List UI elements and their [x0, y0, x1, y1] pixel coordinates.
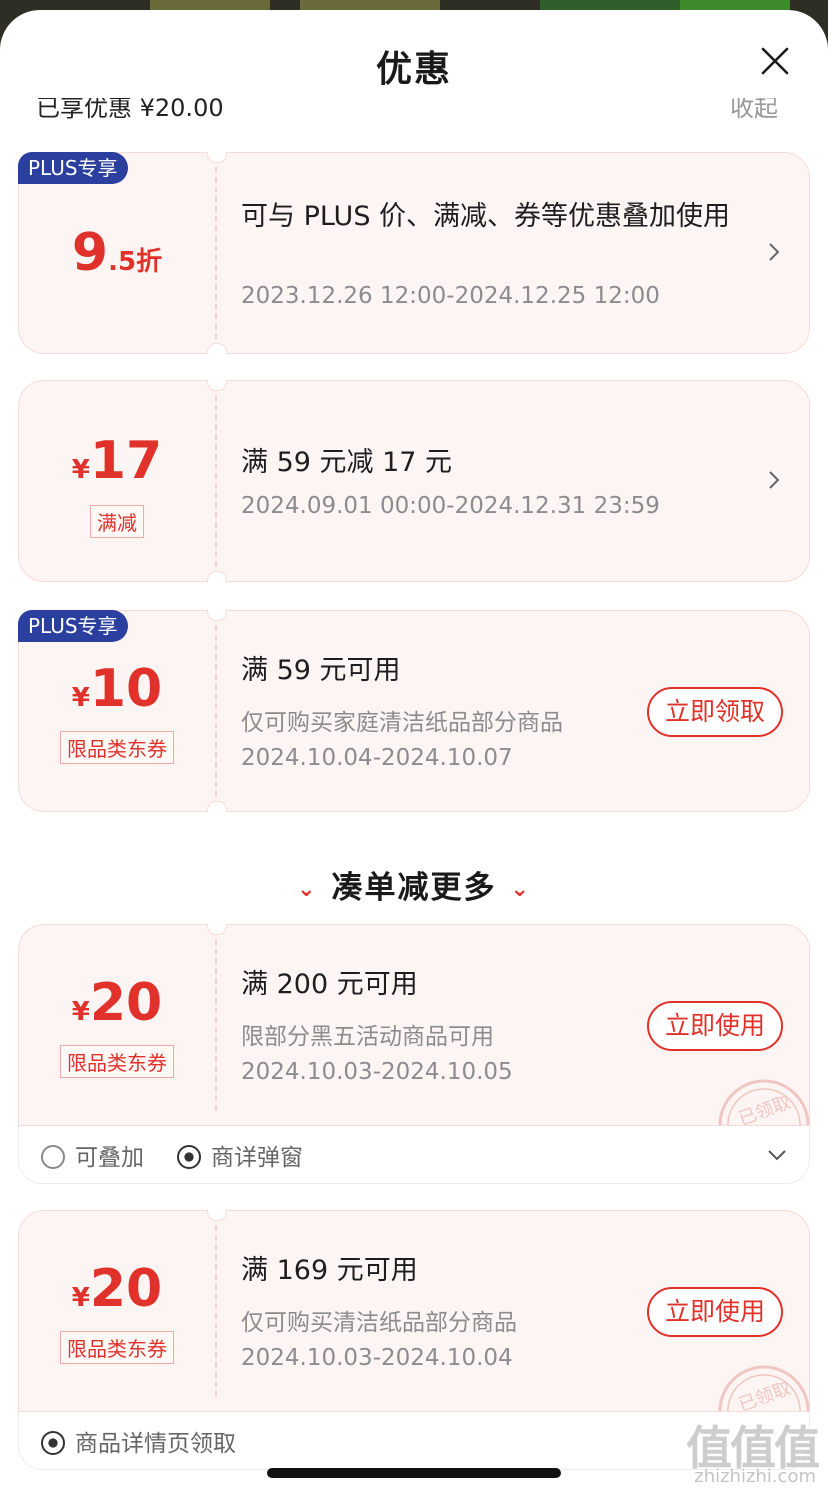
coupon-date: 2024.10.03-2024.10.04 [241, 1345, 513, 1371]
coupon-amount: 9.5折 [71, 223, 163, 283]
stack-icon [41, 1144, 65, 1169]
coupon-card-full-reduction[interactable]: ¥17 满减 满 59 元减 17 元 2024.09.01 00:00-202… [18, 380, 810, 582]
coupon-footer: 可叠加 商详弹窗 [18, 1126, 810, 1184]
close-icon [761, 47, 789, 75]
coupon-card-category-10: PLUS专享 ¥10 限品类东券 满 59 元可用 仅可购买家庭清洁纸品部分商品… [18, 610, 810, 812]
coupon-title: 可与 PLUS 价、满减、券等优惠叠加使用 [241, 201, 731, 232]
coupon-amount: ¥17 [71, 431, 163, 491]
stamp-icon: 已领取 [718, 1079, 809, 1125]
detail-page-claim-info: 商品详情页领取 [41, 1424, 236, 1458]
discount-sheet: 优惠 已享优惠 ¥20.00 收起 PLUS专享 9.5折 可与 PLUS 价、… [0, 10, 828, 1496]
chevron-right-icon [769, 243, 780, 261]
use-now-button[interactable]: 立即使用 [647, 1287, 783, 1337]
coupon-card-plus-discount[interactable]: PLUS专享 9.5折 可与 PLUS 价、满减、券等优惠叠加使用 2023.1… [18, 152, 810, 354]
applied-discount-row: 已享优惠 ¥20.00 收起 [36, 98, 798, 124]
svg-text:已领取: 已领取 [736, 1378, 794, 1411]
stamp-icon: 已领取 [718, 1365, 809, 1411]
claimed-stamp: 已领取 [709, 1351, 809, 1411]
svg-text:已领取: 已领取 [736, 1092, 794, 1125]
detail-popup-info: 商详弹窗 [177, 1138, 303, 1172]
close-button[interactable] [760, 46, 790, 76]
chevron-down-icon: ⌄ [510, 877, 531, 902]
use-now-button[interactable]: 立即使用 [647, 1001, 783, 1051]
coupon-title: 满 59 元减 17 元 [241, 447, 453, 478]
coupon-date: 2023.12.26 12:00-2024.12.25 12:00 [241, 283, 660, 309]
coupon-desc: 仅可购买家庭清洁纸品部分商品 [241, 710, 563, 736]
coupon-title: 满 200 元可用 [241, 969, 418, 1000]
coupon-type-tag: 限品类东券 [60, 731, 174, 764]
coupon-date: 2024.10.03-2024.10.05 [241, 1059, 513, 1085]
coupon-card-200: ¥20 限品类东券 满 200 元可用 限部分黑五活动商品可用 2024.10.… [18, 924, 810, 1126]
coupon-title: 满 59 元可用 [241, 655, 401, 686]
coupon-date: 2024.10.04-2024.10.07 [241, 745, 513, 771]
stackable-info: 可叠加 [41, 1138, 144, 1172]
claim-now-button[interactable]: 立即领取 [647, 687, 783, 737]
coupon-desc: 仅可购买清洁纸品部分商品 [241, 1310, 517, 1336]
chevron-down-icon[interactable] [767, 1148, 787, 1162]
sheet-title: 优惠 [375, 49, 452, 90]
popup-icon [177, 1144, 201, 1169]
coupon-date: 2024.09.01 00:00-2024.12.31 23:59 [241, 493, 660, 519]
watermark-url: zhizhizhi.com [694, 1466, 816, 1487]
coupon-title: 满 169 元可用 [241, 1255, 418, 1286]
collapse-link[interactable]: 收起 [730, 98, 778, 123]
applied-discount-text: 已享优惠 ¥20.00 [36, 98, 224, 122]
chevron-down-icon: ⌄ [297, 877, 318, 902]
chevron-right-icon [769, 471, 780, 489]
coupon-amount: ¥20 [71, 973, 163, 1033]
claimed-stamp: 已领取 [709, 1065, 809, 1125]
coupon-amount: ¥20 [71, 1259, 163, 1319]
popup-icon [41, 1430, 65, 1455]
coupon-type-tag: 限品类东券 [60, 1331, 174, 1364]
plus-exclusive-badge: PLUS专享 [18, 610, 128, 642]
home-indicator[interactable] [267, 1468, 561, 1478]
coupon-amount: ¥10 [71, 659, 163, 719]
coupon-type-tag: 满减 [90, 505, 144, 538]
coupon-card-169: ¥20 限品类东券 满 169 元可用 仅可购买清洁纸品部分商品 2024.10… [18, 1210, 810, 1412]
coupon-type-tag: 限品类东券 [60, 1045, 174, 1078]
section-title: ⌄ 凑单减更多 ⌄ [297, 870, 531, 906]
coupon-desc: 限部分黑五活动商品可用 [241, 1024, 494, 1050]
plus-exclusive-badge: PLUS专享 [18, 152, 128, 184]
